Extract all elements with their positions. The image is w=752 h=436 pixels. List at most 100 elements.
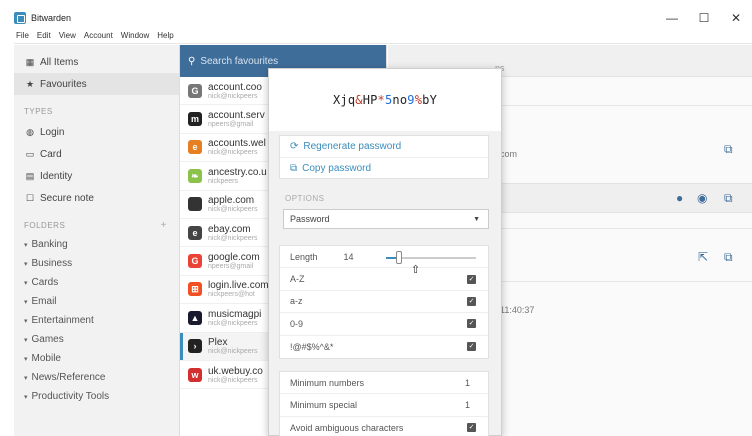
list-item-subtitle: nickpeers [208,177,238,185]
length-and-charset-options: Length 14 ⇧ A-Z ✓ a-z ✓ 0-9 ✓ !@#$%^&* ✓ [279,245,489,359]
globe-icon: ◍ [26,126,34,137]
menu-window[interactable]: Window [121,31,149,40]
avoid-ambiguous-option[interactable]: Avoid ambiguous characters ✓ [280,417,488,436]
password-number-char: 5 [384,93,393,107]
digits-option[interactable]: 0-9 ✓ [280,313,488,336]
list-item-title: login.live.com [208,280,269,292]
list-item-text: Plex nick@nickpeers [208,337,258,355]
regenerate-password-button[interactable]: ⟳ Regenerate password [280,136,488,157]
list-item-title: apple.com [208,195,255,207]
menu-help[interactable]: Help [157,31,173,40]
menu-file[interactable]: File [16,31,29,40]
generator-type-select[interactable]: Password ▼ [283,209,489,229]
search-input[interactable]: Search favourites [200,56,278,67]
nav-type-secure-note[interactable]: ☐ Secure note [14,187,179,209]
length-slider-thumb[interactable] [395,251,402,264]
caret-icon: ▾ [24,260,28,268]
list-item-title: ebay.com [208,223,251,235]
nav-favourites[interactable]: ★ Favourites [14,73,179,95]
folder-banking[interactable]: ▾ Banking [14,235,179,254]
lowercase-option[interactable]: a-z ✓ [280,291,488,314]
title-bar: Bitwarden — ☐ ✕ [14,8,752,28]
folder-productivity-tools[interactable]: ▾ Productivity Tools [14,387,179,406]
copy-icon[interactable]: ⧉ [724,142,733,157]
min-special-input[interactable]: 1 [465,400,470,410]
divider [498,105,752,106]
nav-type-login[interactable]: ◍ Login [14,121,179,143]
uppercase-option[interactable]: A-Z ✓ [280,268,488,291]
copy-password-button[interactable]: ⧉ Copy password [280,157,488,178]
digits-checkbox[interactable]: ✓ [467,319,476,329]
folder-email[interactable]: ▾ Email [14,292,179,311]
nav-type-card[interactable]: ▭ Card [14,143,179,165]
refresh-icon: ⟳ [290,141,299,152]
nav-type-secure-note-label: Secure note [40,192,94,204]
note-icon: ☐ [25,192,35,203]
nav-type-card-label: Card [40,148,62,160]
check-circle-icon[interactable]: ● [676,191,683,205]
special-checkbox[interactable]: ✓ [467,342,476,352]
list-item-title: uk.webuy.co [208,365,263,377]
special-option[interactable]: !@#$%^&* ✓ [280,336,488,358]
avoid-ambiguous-checkbox[interactable]: ✓ [467,423,476,433]
list-item-subtitle: npeers@gmail [208,263,254,271]
password-part: Xjq [332,93,356,107]
password-special-char: * [377,93,385,107]
caret-down-icon: ▼ [473,215,480,223]
folder-label: Cards [31,277,59,288]
password-part: no [392,93,408,107]
nav-type-identity-label: Identity [40,170,73,182]
folder-entertainment[interactable]: ▾ Entertainment [14,311,179,330]
caret-icon: ▾ [24,355,28,363]
close-button[interactable]: ✕ [720,8,752,28]
folder-business[interactable]: ▾ Business [14,254,179,273]
caret-icon: ▾ [24,393,28,401]
special-label: !@#$%^&* [290,341,334,352]
menu-bar: File Edit View Account Window Help [14,28,752,44]
maximize-button[interactable]: ☐ [688,8,720,28]
length-slider[interactable] [386,251,476,264]
password-number-char: 9 [407,93,415,107]
list-item-subtitle: nick@nickpeers [208,149,258,157]
nav-all-items[interactable]: ▦ All Items [14,51,179,73]
caret-icon: ▾ [24,241,28,249]
list-item-text: uk.webuy.co nick@nickpeers [208,366,263,384]
site-favicon-icon: › [188,339,202,354]
card-icon: ▭ [25,148,35,159]
minimum-options: Minimum numbers 1 Minimum special 1 Avoi… [279,371,489,436]
id-card-icon: ▤ [25,170,35,181]
menu-view[interactable]: View [59,31,76,40]
nav-all-items-label: All Items [40,56,79,68]
nav-favourites-label: Favourites [40,78,87,90]
minimize-button[interactable]: — [656,8,688,28]
copy-uri-icon[interactable]: ⧉ [724,250,733,265]
eye-icon[interactable]: ◉ [697,191,707,205]
folder-games[interactable]: ▾ Games [14,330,179,349]
folder-mobile[interactable]: ▾ Mobile [14,349,179,368]
list-item-subtitle: nick@nickpeers [208,319,258,327]
lowercase-checkbox[interactable]: ✓ [467,296,476,306]
caret-icon: ▾ [24,317,28,325]
site-favicon-icon: ⊞ [188,282,202,297]
search-icon: ⚲ [188,55,196,67]
window-controls: — ☐ ✕ [656,8,752,28]
min-numbers-input[interactable]: 1 [465,378,470,388]
uppercase-checkbox[interactable]: ✓ [467,274,476,284]
nav-type-identity[interactable]: ▤ Identity [14,165,179,187]
folder-cards[interactable]: ▾ Cards [14,273,179,292]
min-numbers-row: Minimum numbers 1 [280,372,488,395]
list-item-title: musicmagpi [208,308,262,320]
folder-label: Email [31,296,57,307]
copy-password-icon[interactable]: ⧉ [724,191,733,206]
folder-news-reference[interactable]: ▾ News/Reference [14,368,179,387]
detail-timestamp: 11:40:37 [500,305,535,315]
digits-label: 0-9 [290,318,304,329]
menu-account[interactable]: Account [84,31,113,40]
add-folder-button[interactable]: + [161,220,167,231]
menu-edit[interactable]: Edit [37,31,51,40]
launch-icon[interactable]: ⇱ [698,250,708,264]
window-title: Bitwarden [31,13,72,23]
length-row: Length 14 ⇧ [280,246,488,276]
generated-password[interactable]: Xjq & HP * 5 no 9% bY [269,69,501,131]
min-numbers-label: Minimum numbers [290,377,365,388]
